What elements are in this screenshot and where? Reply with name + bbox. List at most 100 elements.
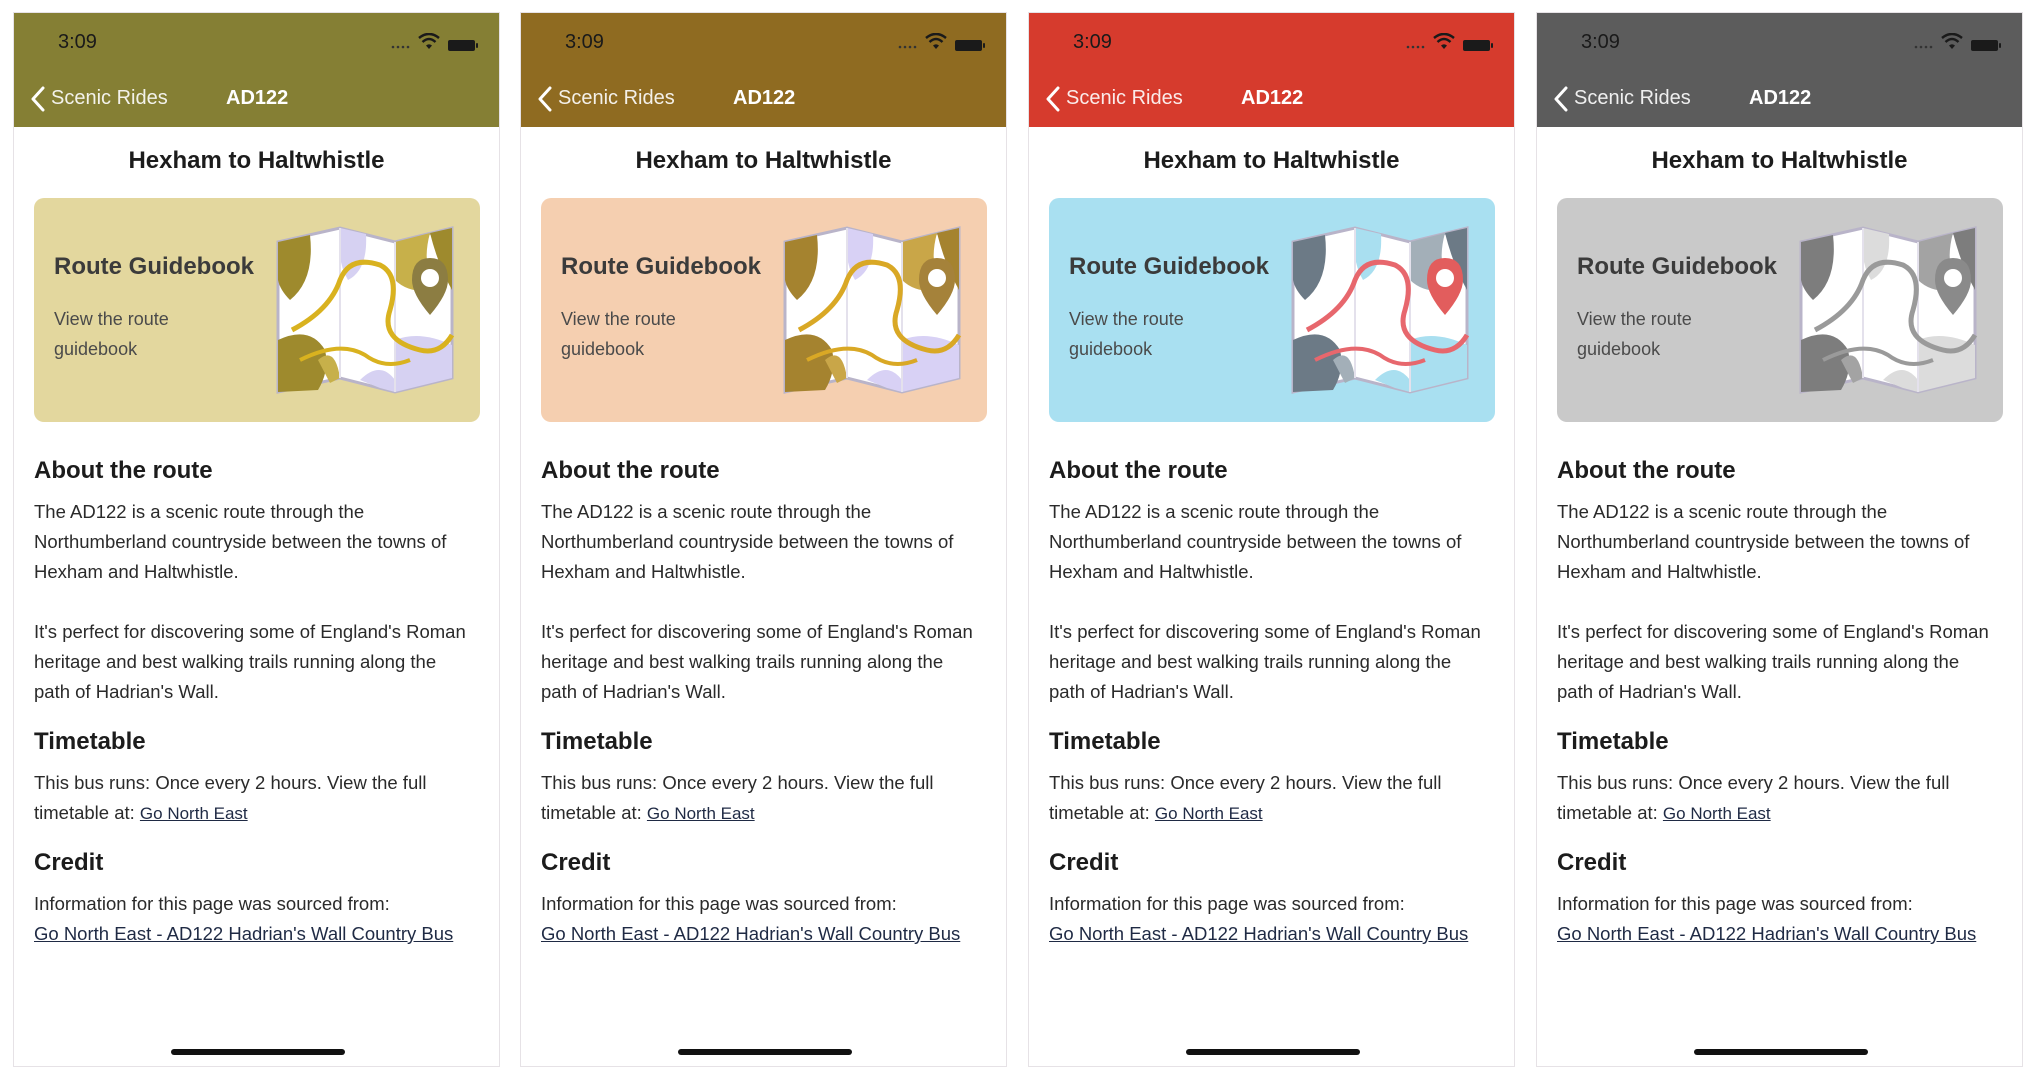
timetable-link[interactable]: Go North East	[1663, 804, 1771, 823]
battery-icon	[955, 40, 985, 51]
card-title: Route Guidebook	[54, 253, 254, 280]
credit-text: Information for this page was sourced fr…	[541, 893, 897, 914]
timetable-heading: Timetable	[541, 728, 653, 755]
timetable-link[interactable]: Go North East	[1155, 804, 1263, 823]
page-title: Hexham to Haltwhistle	[1143, 147, 1400, 174]
home-indicator	[171, 1049, 345, 1055]
timetable-link[interactable]: Go North East	[647, 804, 755, 823]
route-guidebook-card[interactable]: Route Guidebook View the route guidebook	[1557, 198, 2003, 422]
phone-screen-1: 3:09 Scenic Rides AD122 Hexham to Haltwh…	[13, 12, 500, 1067]
timetable-heading: Timetable	[34, 728, 146, 755]
map-icon	[783, 226, 962, 394]
home-indicator	[1694, 1049, 1868, 1055]
timetable-link[interactable]: Go North East	[140, 804, 248, 823]
timetable-text: This bus runs: Once every 2 hours. View …	[541, 768, 981, 829]
page-title: Hexham to Haltwhistle	[635, 147, 892, 174]
signal-icon	[898, 45, 917, 49]
navigation-bar: 3:09 Scenic Rides AD122	[1029, 13, 1514, 127]
map-icon	[1799, 226, 1978, 394]
about-paragraph-1: The AD122 is a scenic route through the …	[1557, 501, 1970, 582]
about-paragraph-2: It's perfect for discovering some of Eng…	[541, 621, 973, 702]
credit-link[interactable]: Go North East - AD122 Hadrian's Wall Cou…	[34, 923, 453, 944]
card-subtitle: View the route guidebook	[1577, 309, 1692, 359]
status-time: 3:09	[58, 31, 97, 53]
map-icon	[276, 226, 455, 394]
page-title: Hexham to Haltwhistle	[1651, 147, 1908, 174]
about-heading: About the route	[541, 457, 720, 484]
chevron-left-icon[interactable]	[537, 86, 553, 112]
signal-icon	[1406, 45, 1425, 49]
about-heading: About the route	[1049, 457, 1228, 484]
about-heading: About the route	[34, 457, 213, 484]
about-heading: About the route	[1557, 457, 1736, 484]
timetable-heading: Timetable	[1557, 728, 1669, 755]
chevron-left-icon[interactable]	[30, 86, 46, 112]
about-paragraph-2: It's perfect for discovering some of Eng…	[1049, 621, 1481, 702]
card-subtitle: View the route guidebook	[54, 309, 169, 359]
timetable-text: This bus runs: Once every 2 hours. View …	[34, 768, 474, 829]
credit-text: Information for this page was sourced fr…	[1049, 893, 1405, 914]
phone-screen-3: 3:09 Scenic Rides AD122 Hexham to Haltwh…	[1028, 12, 1515, 1067]
credit-heading: Credit	[1049, 849, 1119, 876]
back-button[interactable]: Scenic Rides	[51, 87, 168, 110]
timetable-text: This bus runs: Once every 2 hours. View …	[1557, 768, 1997, 829]
navigation-bar: 3:09 Scenic Rides AD122	[14, 13, 499, 127]
card-title: Route Guidebook	[1069, 253, 1269, 280]
battery-icon	[1463, 40, 1493, 51]
battery-icon	[448, 40, 478, 51]
route-guidebook-card[interactable]: Route Guidebook View the route guidebook	[1049, 198, 1495, 422]
phone-screen-4: 3:09 Scenic Rides AD122 Hexham to Haltwh…	[1536, 12, 2023, 1067]
about-paragraph-1: The AD122 is a scenic route through the …	[541, 501, 954, 582]
wifi-icon	[925, 33, 947, 49]
credit-heading: Credit	[541, 849, 611, 876]
status-time: 3:09	[1581, 31, 1620, 53]
phone-screen-2: 3:09 Scenic Rides AD122 Hexham to Haltwh…	[520, 12, 1007, 1067]
back-button[interactable]: Scenic Rides	[1574, 87, 1691, 110]
credit-link-container: Go North East - AD122 Hadrian's Wall Cou…	[1049, 919, 1479, 949]
credit-link-container: Go North East - AD122 Hadrian's Wall Cou…	[1557, 919, 1987, 949]
timetable-heading: Timetable	[1049, 728, 1161, 755]
wifi-icon	[1941, 33, 1963, 49]
credit-link-container: Go North East - AD122 Hadrian's Wall Cou…	[34, 919, 464, 949]
credit-link[interactable]: Go North East - AD122 Hadrian's Wall Cou…	[1049, 923, 1468, 944]
timetable-text: This bus runs: Once every 2 hours. View …	[1049, 768, 1489, 829]
back-button[interactable]: Scenic Rides	[1066, 87, 1183, 110]
status-time: 3:09	[565, 31, 604, 53]
map-icon	[1291, 226, 1470, 394]
credit-heading: Credit	[34, 849, 104, 876]
about-paragraph-2: It's perfect for discovering some of Eng…	[1557, 621, 1989, 702]
chevron-left-icon[interactable]	[1045, 86, 1061, 112]
credit-heading: Credit	[1557, 849, 1627, 876]
credit-link-container: Go North East - AD122 Hadrian's Wall Cou…	[541, 919, 971, 949]
signal-icon	[391, 45, 410, 49]
home-indicator	[678, 1049, 852, 1055]
credit-link[interactable]: Go North East - AD122 Hadrian's Wall Cou…	[541, 923, 960, 944]
status-time: 3:09	[1073, 31, 1112, 53]
navigation-bar: 3:09 Scenic Rides AD122	[521, 13, 1006, 127]
about-paragraph-1: The AD122 is a scenic route through the …	[1049, 501, 1462, 582]
battery-icon	[1971, 40, 2001, 51]
route-guidebook-card[interactable]: Route Guidebook View the route guidebook	[34, 198, 480, 422]
navigation-bar: 3:09 Scenic Rides AD122	[1537, 13, 2022, 127]
chevron-left-icon[interactable]	[1553, 86, 1569, 112]
signal-icon	[1914, 45, 1933, 49]
card-title: Route Guidebook	[561, 253, 761, 280]
credit-link[interactable]: Go North East - AD122 Hadrian's Wall Cou…	[1557, 923, 1976, 944]
wifi-icon	[418, 33, 440, 49]
nav-title: AD122	[1241, 87, 1304, 109]
about-paragraph-2: It's perfect for discovering some of Eng…	[34, 621, 466, 702]
wifi-icon	[1433, 33, 1455, 49]
back-button[interactable]: Scenic Rides	[558, 87, 675, 110]
card-subtitle: View the route guidebook	[561, 309, 676, 359]
card-subtitle: View the route guidebook	[1069, 309, 1184, 359]
credit-text: Information for this page was sourced fr…	[1557, 893, 1913, 914]
nav-title: AD122	[226, 87, 289, 109]
about-paragraph-1: The AD122 is a scenic route through the …	[34, 501, 447, 582]
nav-title: AD122	[733, 87, 796, 109]
card-title: Route Guidebook	[1577, 253, 1777, 280]
nav-title: AD122	[1749, 87, 1812, 109]
home-indicator	[1186, 1049, 1360, 1055]
route-guidebook-card[interactable]: Route Guidebook View the route guidebook	[541, 198, 987, 422]
credit-text: Information for this page was sourced fr…	[34, 893, 390, 914]
page-title: Hexham to Haltwhistle	[128, 147, 385, 174]
